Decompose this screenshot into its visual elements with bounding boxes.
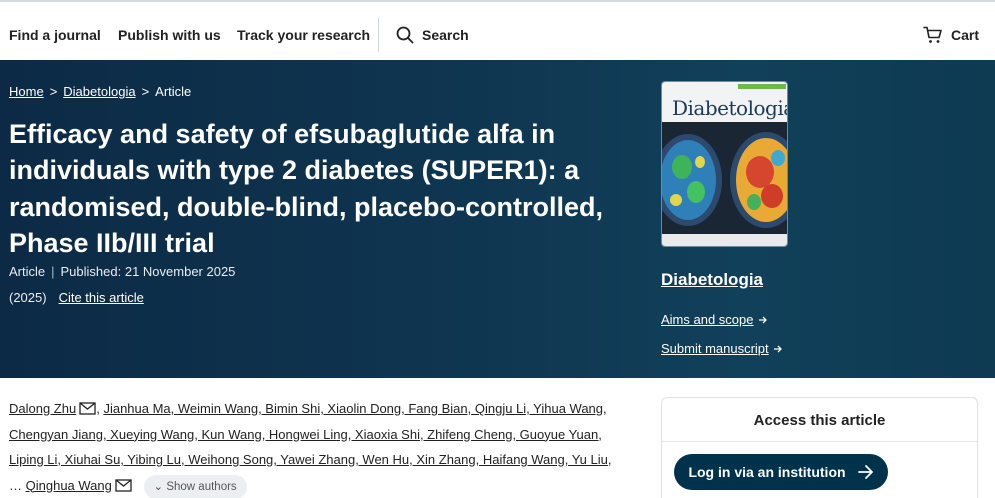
authors-ellipsis: … [9, 477, 22, 493]
author-link-last[interactable]: Qinghua Wang [26, 478, 112, 493]
submit-manuscript-label: Submit manuscript [661, 341, 769, 356]
article-year: (2025) [9, 290, 47, 305]
aims-scope-label: Aims and scope [661, 312, 754, 327]
email-icon[interactable] [115, 478, 132, 492]
journal-cover-image[interactable]: Diabetologia [661, 81, 788, 247]
show-authors-button[interactable]: ⌄ Show authors [143, 474, 247, 498]
breadcrumb-separator: > [49, 84, 58, 99]
email-icon[interactable] [79, 402, 96, 415]
published-date: Published: 21 November 2025 [60, 264, 236, 279]
article-meta: Article | Published: 21 November 2025 [9, 264, 235, 279]
search-label: Search [422, 27, 469, 43]
arrow-right-icon [758, 316, 767, 323]
cover-tag [738, 84, 786, 89]
submit-manuscript-link[interactable]: Submit manuscript [661, 341, 783, 356]
login-institution-button[interactable]: Log in via an institution [674, 454, 888, 490]
access-title: Access this article [753, 412, 886, 429]
nav-find-journal[interactable]: Find a journal [9, 27, 101, 43]
article-type: Article [9, 264, 46, 279]
article-header: Home > Diabetologia > Article Efficacy a… [0, 60, 995, 378]
breadcrumb-separator: > [141, 84, 150, 99]
meta-divider: | [51, 264, 55, 279]
breadcrumb-home[interactable]: Home [9, 84, 44, 99]
article-meta-2: (2025) Cite this article [9, 290, 144, 305]
login-label: Log in via an institution [688, 464, 846, 480]
chevron-down-icon: ⌄ [153, 480, 164, 493]
nav-publish-with-us[interactable]: Publish with us [118, 27, 221, 43]
arrow-right-icon [773, 345, 782, 352]
cart-label: Cart [951, 27, 980, 43]
cite-article-link[interactable]: Cite this article [59, 290, 144, 305]
nav-divider [378, 18, 379, 52]
cover-journal-name: Diabetologia [672, 96, 788, 120]
breadcrumb: Home > Diabetologia > Article [9, 84, 191, 99]
breadcrumb-current: Article [155, 84, 192, 99]
article-title: Efficacy and safety of efsubaglutide alf… [9, 119, 604, 259]
author-list: Dalong Zhu, Jianhua Ma, Weimin Wang, Bim… [9, 396, 621, 498]
arrow-right-icon [857, 465, 873, 479]
access-panel: Access this article Log in via an instit… [661, 397, 978, 498]
cart-icon [923, 26, 942, 43]
breadcrumb-journal[interactable]: Diabetologia [63, 84, 135, 99]
journal-name-link[interactable]: Diabetologia [661, 270, 763, 290]
search-icon [396, 26, 414, 44]
aims-scope-link[interactable]: Aims and scope [661, 312, 768, 327]
cart-button[interactable]: Cart [923, 26, 979, 44]
author-links[interactable]: Jianhua Ma, Weimin Wang, Bimin Shi, Xiao… [9, 401, 608, 467]
author-link-corresponding[interactable]: Dalong Zhu [9, 401, 76, 416]
access-divider [662, 441, 977, 442]
top-navigation: Find a journal Publish with us Track you… [0, 0, 995, 60]
nav-track-research[interactable]: Track your research [237, 27, 370, 43]
search-button[interactable]: Search [396, 26, 469, 44]
cover-footer [662, 234, 787, 246]
show-authors-label: Show authors [166, 480, 237, 493]
brain-scan-illustration [662, 122, 787, 236]
cover-header: Diabetologia [662, 82, 787, 122]
